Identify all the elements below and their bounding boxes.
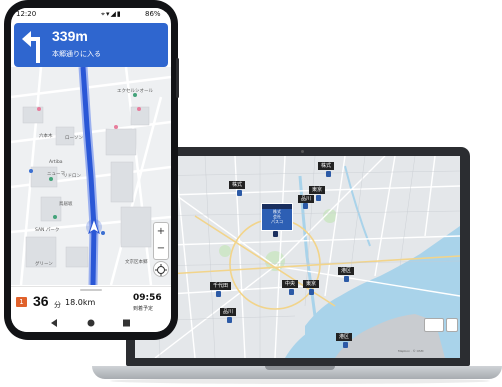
map-place-label: グリーン (35, 260, 53, 267)
selected-map-marker[interactable] (273, 231, 278, 237)
turn-distance: 339m (52, 28, 88, 44)
minutes-unit: 分 (54, 301, 61, 309)
map-label[interactable]: 港区 (336, 333, 353, 341)
map-label[interactable]: 千代田 (210, 282, 232, 290)
map-marker[interactable] (227, 317, 232, 323)
map-marker[interactable] (237, 190, 242, 196)
map-place-label: Artiba (49, 159, 63, 165)
map-marker[interactable] (326, 171, 331, 177)
battery-percent: 86% (145, 10, 161, 18)
panel-drag-handle[interactable] (80, 289, 102, 291)
map-legend-control[interactable] (424, 318, 444, 332)
zoom-out-button[interactable]: − (154, 240, 168, 257)
map-marker[interactable] (309, 289, 314, 295)
map-label[interactable]: 東京 (309, 186, 326, 194)
home-icon[interactable] (87, 319, 95, 327)
remaining-minutes: 36 (33, 293, 49, 309)
status-time: 12:20 (16, 10, 37, 18)
map-marker[interactable] (344, 276, 349, 282)
map-label[interactable]: 港区 (338, 267, 355, 275)
laptop-trackpad-notch (265, 366, 335, 370)
map-marker[interactable] (289, 289, 294, 295)
laptop-camera (301, 150, 304, 153)
crosshair-icon (155, 264, 167, 276)
map-label[interactable]: 株式 (229, 181, 246, 189)
arrival-label: 到着予定 (133, 306, 154, 312)
status-icons: ⌖▾◢▮ (101, 10, 122, 19)
phone-side-button (176, 58, 179, 98)
map-place-label: 鳥居坂 (59, 200, 73, 207)
map-place-label: 文京区本郷 (125, 258, 148, 265)
map-marker[interactable] (343, 342, 348, 348)
laptop-map-screen[interactable] (135, 156, 460, 358)
map-label[interactable]: 品川 (220, 308, 237, 316)
turn-guidance-banner[interactable]: 339m 本郷通りに入る (14, 23, 168, 67)
turn-street-name: 本郷通りに入る (52, 50, 101, 58)
battery-icon: ▮ (116, 10, 122, 18)
map-label[interactable]: 東京 (303, 280, 320, 288)
map-info-popup[interactable]: 株式 会社 パスコ (261, 203, 293, 231)
navigation-map[interactable]: エクセルシオール 六本木 ローソン Artiba ニューマ 鳥居坂 SAN パー… (11, 67, 171, 285)
back-icon[interactable] (51, 319, 57, 327)
map-label[interactable]: 株式 (318, 162, 335, 170)
zoom-in-button[interactable]: + (154, 223, 168, 240)
map-attribution: Mapbox · © OSM (398, 349, 424, 353)
map-marker[interactable] (303, 203, 308, 209)
map-label[interactable]: 中央 (282, 280, 299, 288)
map-place-label: リドロン (63, 173, 81, 179)
android-navigation-bar (11, 314, 171, 332)
map-place-label: エクセルシオール (117, 88, 153, 94)
arrival-time: 09:56 (133, 293, 162, 303)
map-label[interactable]: 品川 (298, 195, 315, 203)
phone-screen: 12:20 ⌖▾◢▮ 86% 339m 本郷通りに入る エクセルシオール 六本木… (11, 8, 171, 332)
zoom-control[interactable]: + − (153, 222, 169, 260)
map-place-label: SAN パーク (35, 227, 59, 233)
remaining-distance: 18.0km (65, 298, 96, 307)
map-marker[interactable] (316, 195, 321, 201)
map-layer-control[interactable] (446, 318, 458, 332)
route-number-badge: 1 (16, 297, 27, 307)
popup-line: パスコ (271, 219, 283, 224)
trip-summary-panel[interactable]: 1 36 分 18.0km 09:56 到着予定 (11, 286, 171, 314)
laptop-map[interactable] (135, 156, 460, 358)
turn-left-icon (22, 31, 40, 63)
recenter-button[interactable] (153, 261, 169, 277)
status-bar: 12:20 ⌖▾◢▮ 86% (11, 8, 171, 21)
recents-icon[interactable] (123, 319, 130, 327)
map-marker[interactable] (216, 291, 221, 297)
map-place-label: ローソン (65, 135, 83, 141)
map-place-label: 六本木 (39, 132, 53, 139)
